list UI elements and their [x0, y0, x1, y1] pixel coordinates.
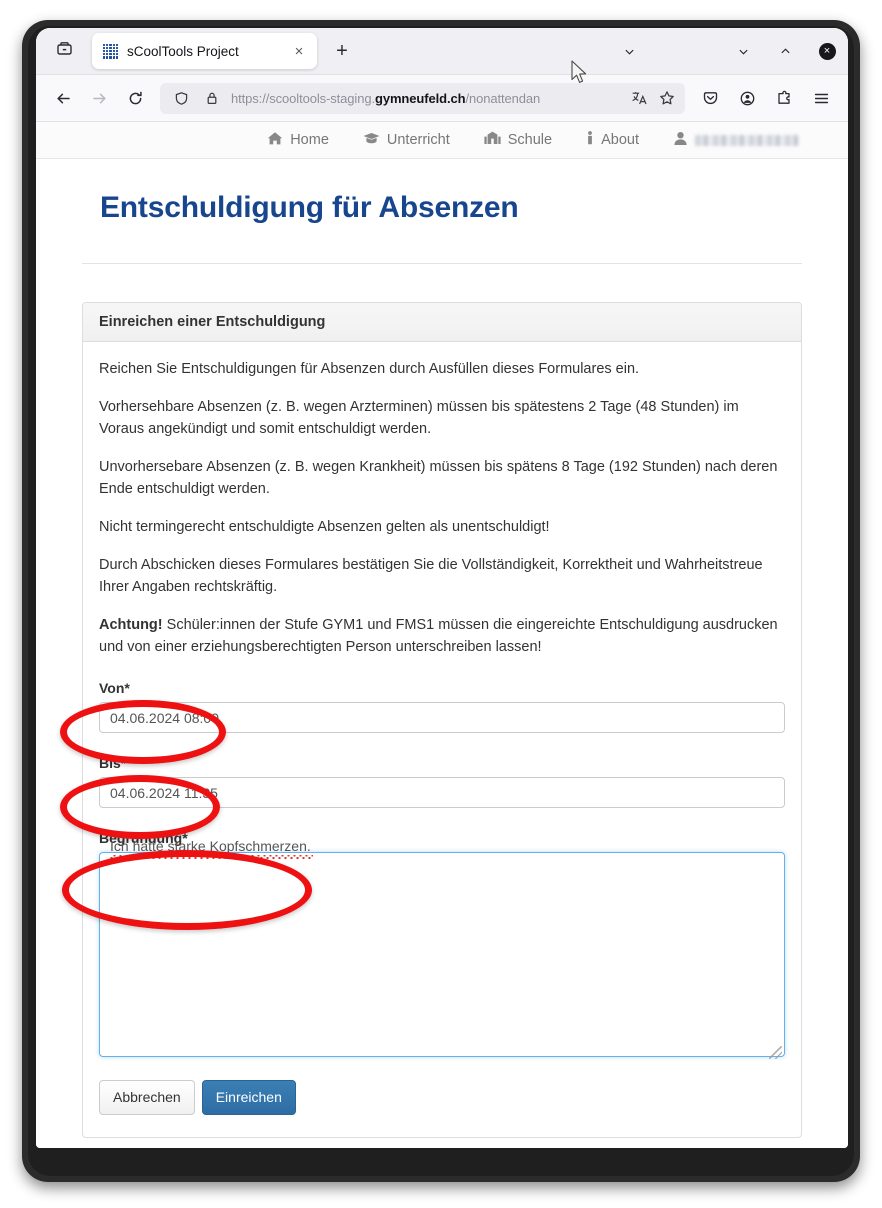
submit-button[interactable]: Einreichen: [201, 1080, 296, 1115]
warning-text: Schüler:innen der Stufe GYM1 und FMS1 mü…: [99, 617, 778, 656]
warning-paragraph: Achtung! Schüler:innen der Stufe GYM1 un…: [99, 614, 785, 658]
page-viewport: Home Unterricht Schule About Entschuldig…: [36, 122, 848, 1148]
label-begruendung: Begründung*: [99, 830, 188, 847]
sidebar-item-unterricht[interactable]: Unterricht: [346, 131, 467, 149]
pocket-icon[interactable]: [693, 82, 727, 114]
nav-label-about: About: [601, 132, 639, 148]
von-input[interactable]: [99, 702, 785, 734]
forward-button[interactable]: [82, 82, 116, 114]
page-content: Entschuldigung für Absenzen Einreichen e…: [36, 191, 848, 1138]
url-text: https://scooltools-staging.gymneufeld.ch…: [231, 90, 541, 106]
shield-icon[interactable]: [169, 86, 193, 110]
field-group-begruendung: Begründung* Ich hatte starke Kopfschmerz…: [99, 830, 785, 1062]
window-controls: ×: [608, 34, 848, 74]
minimize-button[interactable]: [722, 34, 764, 68]
tab-title: sCoolTools Project: [127, 43, 239, 59]
close-icon[interactable]: ×: [289, 41, 309, 61]
form-actions: Abbrechen Einreichen: [99, 1080, 785, 1115]
reload-button[interactable]: [118, 82, 152, 114]
sidebar-item-home[interactable]: Home: [250, 131, 346, 150]
nav-label-home: Home: [290, 132, 329, 148]
university-icon: [484, 131, 501, 149]
back-button[interactable]: [46, 82, 80, 114]
page-title: Entschuldigung für Absenzen: [100, 191, 519, 224]
nav-label-unterricht: Unterricht: [386, 132, 450, 148]
username-redacted: [695, 134, 799, 146]
lock-icon[interactable]: [200, 86, 224, 110]
card-body: Reichen Sie Entschuldigungen für Absenze…: [83, 342, 801, 1137]
bis-input[interactable]: [99, 777, 785, 809]
begruendung-textarea[interactable]: [99, 852, 785, 1058]
divider: [82, 263, 802, 264]
maximize-button[interactable]: [764, 34, 806, 68]
close-icon: ×: [818, 42, 836, 60]
cancel-button[interactable]: Abbrechen: [99, 1080, 195, 1115]
account-icon[interactable]: [730, 82, 764, 114]
textarea-resize-handle[interactable]: [769, 1046, 782, 1060]
card-header: Einreichen einer Entschuldigung: [83, 303, 801, 342]
toolbar-actions: [693, 82, 838, 114]
close-window-button[interactable]: ×: [806, 34, 848, 68]
sidebar-item-about[interactable]: About: [569, 130, 656, 150]
user-icon: [673, 131, 688, 150]
intro-paragraph-2: Vorhersehbare Absenzen (z. B. wegen Arzt…: [99, 399, 739, 438]
intro-paragraph-1: Reichen Sie Entschuldigungen für Absenze…: [99, 361, 640, 377]
browser-window: sCoolTools Project × + × https://scoolto…: [36, 28, 848, 1148]
tab-overflow-button[interactable]: [608, 34, 650, 68]
nav-label-schule: Schule: [507, 132, 553, 148]
form-card: Einreichen einer Entschuldigung Reichen …: [82, 302, 802, 1138]
translate-icon[interactable]: [627, 86, 651, 110]
info-icon: [586, 130, 594, 150]
bookmark-star-icon[interactable]: [655, 86, 679, 110]
site-navigation: Home Unterricht Schule About: [36, 122, 848, 159]
user-menu[interactable]: [656, 131, 816, 150]
home-icon: [267, 131, 283, 150]
tab-strip: sCoolTools Project × + ×: [36, 28, 848, 75]
address-bar[interactable]: https://scooltools-staging.gymneufeld.ch…: [160, 82, 685, 114]
label-bis: Bis*: [99, 755, 127, 772]
extensions-icon[interactable]: [767, 82, 801, 114]
spellcheck-underline: [110, 855, 313, 860]
intro-paragraph-4: Nicht termingerecht entschuldigte Absenz…: [99, 519, 550, 536]
new-tab-button[interactable]: +: [325, 34, 359, 68]
hamburger-menu-icon[interactable]: [804, 82, 838, 114]
sidebar-item-schule[interactable]: Schule: [467, 131, 569, 149]
warning-prefix: Achtung!: [99, 617, 163, 634]
browser-tab[interactable]: sCoolTools Project ×: [92, 33, 317, 69]
graduation-cap-icon: [363, 131, 380, 149]
field-group-bis: Bis*: [99, 755, 785, 809]
intro-paragraph-5: Durch Abschicken dieses Formulares bestä…: [99, 557, 763, 596]
field-group-von: Von*: [99, 680, 785, 734]
list-all-tabs-button[interactable]: [36, 28, 92, 74]
intro-paragraph-3: Unvorhersebare Absenzen (z. B. wegen Kra…: [99, 459, 778, 498]
browser-toolbar: https://scooltools-staging.gymneufeld.ch…: [36, 75, 848, 122]
firefox-view-icon: [56, 40, 73, 62]
dot-grid-icon: [103, 43, 118, 59]
label-von: Von*: [99, 680, 130, 697]
